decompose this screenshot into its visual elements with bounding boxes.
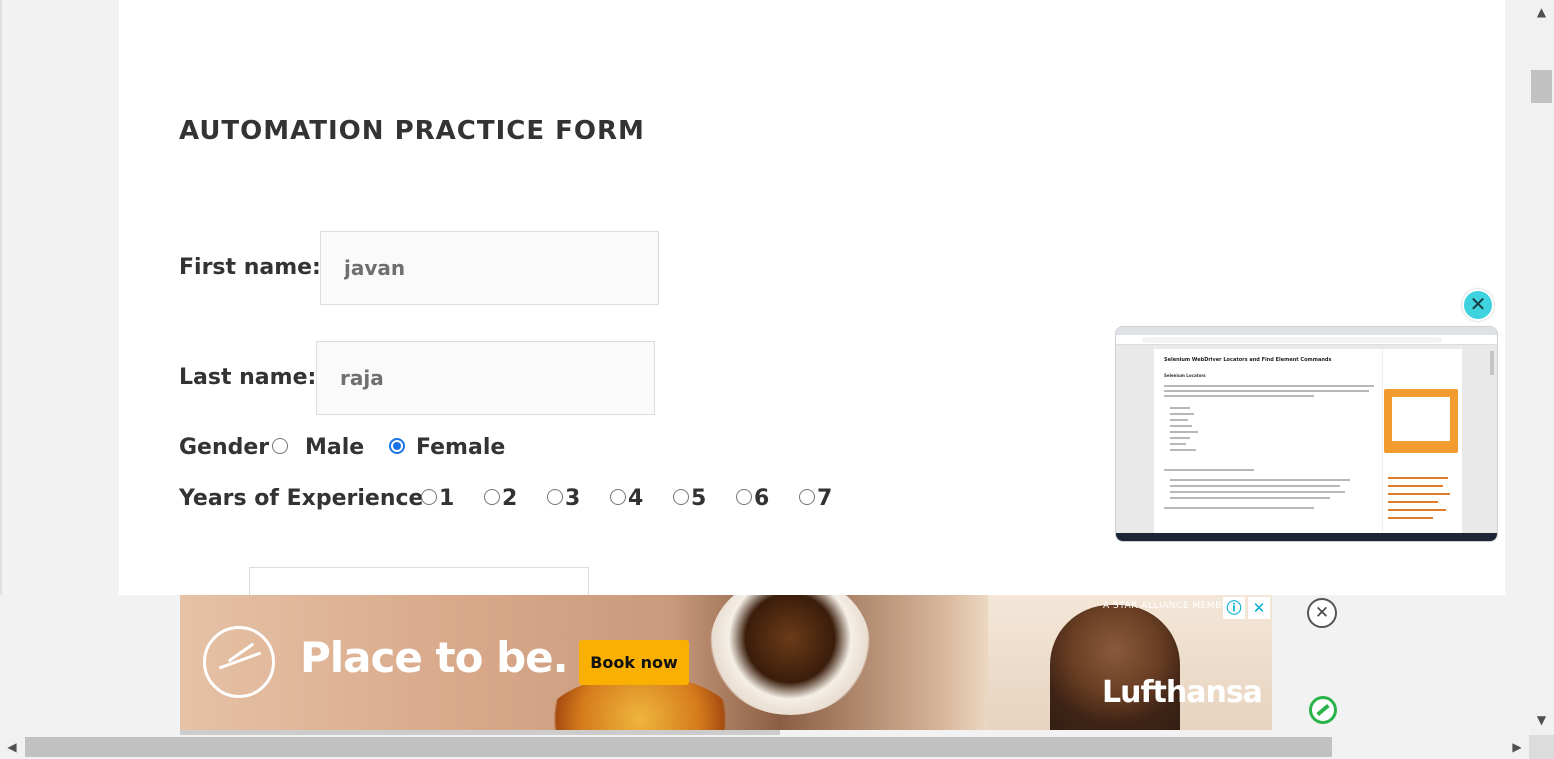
video-close-button[interactable]: ✕ <box>1462 289 1494 321</box>
video-side-link <box>1388 485 1443 487</box>
browser-viewport: AUTOMATION PRACTICE FORM First name: Las… <box>0 0 1529 735</box>
first-name-input[interactable] <box>320 231 659 305</box>
experience-radio-4[interactable] <box>610 489 626 505</box>
ad-coffee-image <box>710 595 870 715</box>
experience-label: Years of Experience <box>179 486 424 511</box>
video-side-link <box>1388 477 1448 479</box>
last-name-input[interactable] <box>316 341 655 415</box>
experience-label-2: 2 <box>502 486 518 511</box>
video-text-line <box>1164 469 1254 471</box>
gender-male-label: Male <box>305 435 365 460</box>
video-address-box <box>1142 337 1442 343</box>
form-title: AUTOMATION PRACTICE FORM <box>179 116 645 146</box>
vertical-scrollbar[interactable]: ▲ ▼ <box>1529 0 1554 735</box>
video-list-line <box>1170 407 1190 409</box>
experience-radio-2[interactable] <box>484 489 500 505</box>
video-text-line <box>1170 491 1345 493</box>
video-sidebar-ad-card <box>1392 397 1450 441</box>
scroll-left-arrow-icon[interactable]: ◀ <box>0 735 24 759</box>
video-article-subtitle: Selenium Locators <box>1164 373 1206 378</box>
ad-brand: Lufthansa <box>1102 675 1263 710</box>
video-article-title: Selenium WebDriver Locators and Find Ele… <box>1164 357 1332 363</box>
scroll-right-arrow-icon[interactable]: ▶ <box>1505 735 1529 759</box>
experience-radio-3[interactable] <box>547 489 563 505</box>
experience-label-6: 6 <box>754 486 770 511</box>
video-preview[interactable]: Selenium WebDriver Locators and Find Ele… <box>1115 326 1498 542</box>
ad-bar: Place to be. Book now A STAR ALLIANCE ME… <box>0 595 1529 735</box>
video-list-line <box>1170 443 1186 445</box>
video-taskbar <box>1116 533 1497 541</box>
vertical-scroll-thumb[interactable] <box>1531 70 1552 103</box>
gender-female-radio[interactable] <box>389 438 405 454</box>
last-name-label: Last name: <box>179 365 317 390</box>
experience-label-3: 3 <box>565 486 581 511</box>
ad-person-image <box>1050 605 1180 730</box>
video-text-line <box>1170 485 1340 487</box>
video-browser-tabbar <box>1116 327 1497 335</box>
scroll-up-arrow-icon[interactable]: ▲ <box>1529 0 1554 25</box>
video-text-line <box>1164 507 1314 509</box>
video-list-line <box>1170 419 1188 421</box>
horizontal-scroll-thumb[interactable] <box>25 737 1332 757</box>
video-side-link <box>1388 493 1450 495</box>
video-side-link <box>1388 509 1446 511</box>
horizontal-scrollbar[interactable]: ◀ ▶ <box>0 735 1529 759</box>
book-now-button[interactable]: Book now <box>579 640 689 685</box>
gender-label: Gender <box>179 435 270 460</box>
experience-radio-6[interactable] <box>736 489 752 505</box>
video-list-line <box>1170 413 1194 415</box>
video-scroll-thumb <box>1490 351 1494 375</box>
ad-headline: Place to be. <box>300 633 569 682</box>
experience-label-5: 5 <box>691 486 707 511</box>
video-text-line <box>1164 395 1314 397</box>
gender-female-label: Female <box>416 435 506 460</box>
video-side-link <box>1388 517 1433 519</box>
video-text-line <box>1170 479 1350 481</box>
video-list-line <box>1170 431 1198 433</box>
video-text-line <box>1164 390 1369 392</box>
experience-radio-7[interactable] <box>799 489 815 505</box>
ad-dismiss-button[interactable]: ✕ <box>1307 598 1337 628</box>
experience-radio-5[interactable] <box>673 489 689 505</box>
video-text-line <box>1164 385 1374 387</box>
ad-info-icon[interactable]: ⓘ <box>1223 597 1245 619</box>
video-list-line <box>1170 425 1192 427</box>
video-list-line <box>1170 437 1190 439</box>
experience-label-1: 1 <box>439 486 455 511</box>
video-side-link <box>1388 501 1438 503</box>
gender-male-radio[interactable] <box>272 438 288 454</box>
ad-close-icon[interactable]: ✕ <box>1248 597 1270 619</box>
first-name-label: First name: <box>179 255 321 280</box>
scroll-down-arrow-icon[interactable]: ▼ <box>1529 708 1554 733</box>
video-text-line <box>1170 497 1330 499</box>
experience-label-4: 4 <box>628 486 644 511</box>
video-list-line <box>1170 449 1196 451</box>
ad-tagline: A STAR ALLIANCE MEMBER <box>1103 601 1235 611</box>
ad-banner[interactable]: Place to be. Book now A STAR ALLIANCE ME… <box>180 595 1272 730</box>
scroll-corner <box>1529 735 1554 759</box>
leaf-icon[interactable] <box>1309 696 1337 724</box>
lufthansa-crane-icon <box>203 626 275 698</box>
experience-label-7: 7 <box>817 486 833 511</box>
experience-radio-1[interactable] <box>421 489 437 505</box>
